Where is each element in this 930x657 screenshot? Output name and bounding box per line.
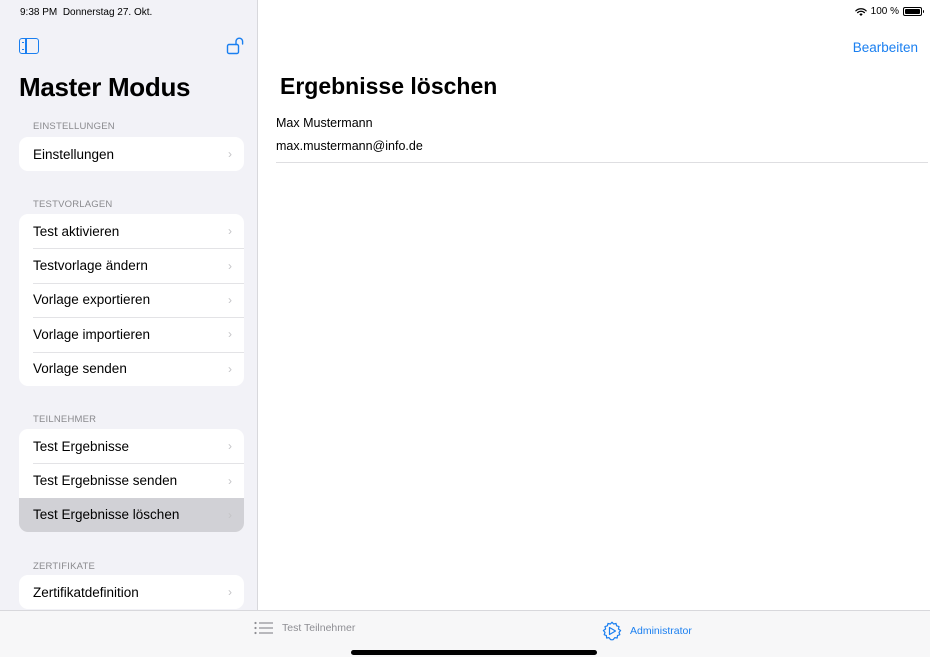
- sidebar-item-vorlage-importieren[interactable]: Vorlage importieren ›: [19, 317, 244, 351]
- sidebar-toggle-icon[interactable]: [19, 38, 39, 54]
- sidebar-item-vorlage-senden[interactable]: Vorlage senden ›: [19, 351, 244, 386]
- chevron-right-icon: ›: [228, 507, 232, 522]
- unlock-icon[interactable]: [226, 36, 246, 56]
- tab-administrator[interactable]: Administrator: [602, 621, 692, 641]
- status-time-value: 9:38 PM: [20, 7, 58, 18]
- tab-bar: Test Teilnehmer Administrator: [0, 610, 930, 657]
- sidebar-item-zertifikatdefinition[interactable]: Zertifikatdefinition ›: [19, 575, 244, 609]
- sidebar-item-label: Vorlage importieren: [33, 326, 151, 342]
- sidebar-item-label: Test Ergebnisse: [33, 438, 130, 454]
- edit-button[interactable]: Bearbeiten: [853, 40, 918, 55]
- group-testvorlagen: Test aktivieren › Testvorlage ändern › V…: [19, 214, 244, 386]
- chevron-right-icon: ›: [228, 224, 232, 239]
- detail-pane: 100 % Bearbeiten Ergebnisse löschen Max …: [259, 0, 930, 610]
- chevron-right-icon: ›: [228, 147, 232, 162]
- sidebar-item-vorlage-exportieren[interactable]: Vorlage exportieren ›: [19, 282, 244, 317]
- sidebar-item-label: Test aktivieren: [33, 223, 120, 239]
- section-header-testvorlagen: TESTVORLAGEN: [33, 199, 113, 210]
- tab-label: Test Teilnehmer: [282, 622, 356, 634]
- chevron-right-icon: ›: [228, 327, 232, 342]
- chevron-right-icon: ›: [228, 258, 232, 273]
- divider: [276, 162, 928, 163]
- sidebar-item-label: Vorlage exportieren: [33, 292, 151, 308]
- result-name[interactable]: Max Mustermann: [276, 116, 373, 130]
- chevron-right-icon: ›: [228, 473, 232, 488]
- group-teilnehmer: Test Ergebnisse › Test Ergebnisse senden…: [19, 429, 244, 533]
- group-zertifikate: Zertifikatdefinition ›: [19, 575, 244, 610]
- status-indicators: 100 %: [854, 6, 924, 17]
- page-title: Ergebnisse löschen: [280, 73, 498, 99]
- wifi-icon: [854, 7, 867, 16]
- battery-icon: [903, 7, 924, 16]
- chevron-right-icon: ›: [228, 585, 232, 600]
- sidebar-item-testvorlage-aendern[interactable]: Testvorlage ändern ›: [19, 248, 244, 282]
- chevron-right-icon: ›: [228, 292, 232, 307]
- sidebar-item-label: Testvorlage ändern: [33, 258, 148, 274]
- battery-level: [905, 9, 920, 14]
- sidebar-item-test-ergebnisse-loeschen[interactable]: Test Ergebnisse löschen ›: [19, 497, 244, 533]
- section-header-teilnehmer: TEILNEHMER: [33, 414, 97, 425]
- list-icon: [254, 621, 273, 635]
- result-email[interactable]: max.mustermann@info.de: [276, 139, 423, 153]
- group-einstellungen: Einstellungen ›: [19, 137, 244, 172]
- sidebar-item-test-aktivieren[interactable]: Test aktivieren ›: [19, 214, 244, 248]
- section-header-einstellungen: EINSTELLUNGEN: [33, 121, 115, 132]
- sidebar-item-label: Zertifikatdefinition: [33, 584, 139, 600]
- tab-test-teilnehmer[interactable]: Test Teilnehmer: [254, 621, 355, 635]
- sidebar-item-test-ergebnisse[interactable]: Test Ergebnisse ›: [19, 429, 244, 463]
- sidebar-item-label: Test Ergebnisse löschen: [33, 507, 180, 523]
- sidebar-item-label: Vorlage senden: [33, 361, 127, 377]
- chevron-right-icon: ›: [228, 361, 232, 376]
- tab-label: Administrator: [630, 625, 692, 637]
- chevron-right-icon: ›: [228, 439, 232, 454]
- status-time: 9:38 PM Donnerstag 27. Okt.: [20, 7, 152, 18]
- sidebar-item-label: Test Ergebnisse senden: [33, 473, 178, 489]
- sidebar-title: Master Modus: [19, 72, 191, 102]
- sidebar: 9:38 PM Donnerstag 27. Okt. Master Modus…: [0, 0, 258, 610]
- battery-percent: 100 %: [870, 6, 899, 17]
- sidebar-item-label: Einstellungen: [33, 146, 115, 162]
- sidebar-item-einstellungen[interactable]: Einstellungen ›: [19, 137, 244, 171]
- status-date: Donnerstag 27. Okt.: [62, 7, 153, 18]
- sidebar-item-test-ergebnisse-senden[interactable]: Test Ergebnisse senden ›: [19, 463, 244, 497]
- section-header-zertifikate: ZERTIFIKATE: [33, 561, 96, 572]
- gear-icon: [602, 621, 622, 641]
- home-indicator: [351, 650, 597, 655]
